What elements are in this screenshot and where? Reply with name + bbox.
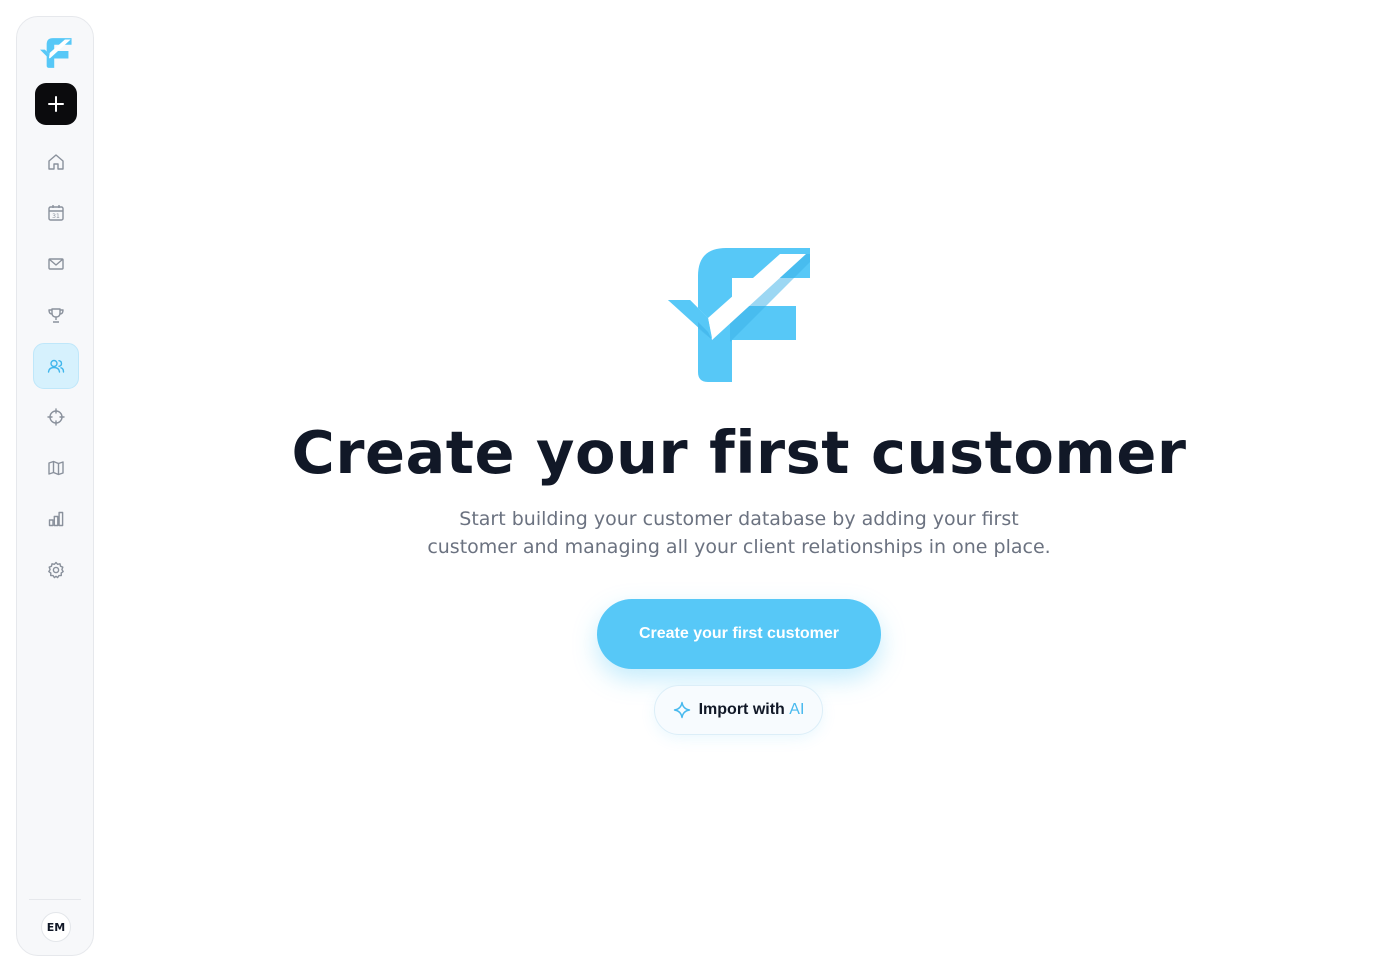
user-avatar[interactable]: EM	[41, 912, 71, 942]
trophy-icon	[48, 308, 64, 323]
ai-label: AI	[789, 701, 805, 718]
sidebar: 31 EM	[16, 16, 94, 956]
sidebar-nav: 31	[33, 139, 79, 598]
bar-chart-icon	[48, 511, 64, 527]
brand-logo	[668, 248, 810, 382]
import-with-ai-button[interactable]: Import with AI	[654, 685, 823, 735]
new-item-button[interactable]	[35, 83, 77, 125]
crosshair-icon	[47, 408, 65, 426]
page-title: Create your first customer	[291, 418, 1187, 487]
page-subtitle: Start building your customer database by…	[94, 505, 1384, 561]
main-content: Create your first customer Start buildin…	[94, 0, 1400, 972]
sidebar-item-customers[interactable]	[33, 343, 79, 389]
app-logo[interactable]	[40, 37, 72, 69]
mail-icon	[48, 258, 64, 270]
sidebar-item-reports[interactable]	[33, 496, 79, 542]
sparkle-icon	[673, 701, 690, 719]
home-icon	[48, 154, 64, 170]
sidebar-item-trophy[interactable]	[33, 292, 79, 338]
subtitle-line-1: Start building your customer database by…	[459, 508, 1019, 530]
sidebar-item-settings[interactable]	[33, 547, 79, 593]
subtitle-line-2: customer and managing all your client re…	[427, 536, 1051, 558]
sidebar-item-map[interactable]	[33, 445, 79, 491]
plus-icon	[48, 96, 64, 112]
gear-icon	[48, 561, 64, 579]
calendar-icon: 31	[48, 205, 64, 221]
import-with-ai-label: Import with AI	[699, 701, 805, 719]
sidebar-item-target[interactable]	[33, 394, 79, 440]
sidebar-item-calendar[interactable]: 31	[33, 190, 79, 236]
sidebar-item-mail[interactable]	[33, 241, 79, 287]
users-icon	[47, 359, 65, 373]
import-label: Import with	[698, 701, 785, 718]
map-icon	[48, 460, 64, 476]
calendar-day-label: 31	[52, 213, 60, 220]
sidebar-item-home[interactable]	[33, 139, 79, 185]
sidebar-divider	[29, 899, 81, 900]
create-customer-button[interactable]: Create your first customer	[597, 599, 881, 669]
